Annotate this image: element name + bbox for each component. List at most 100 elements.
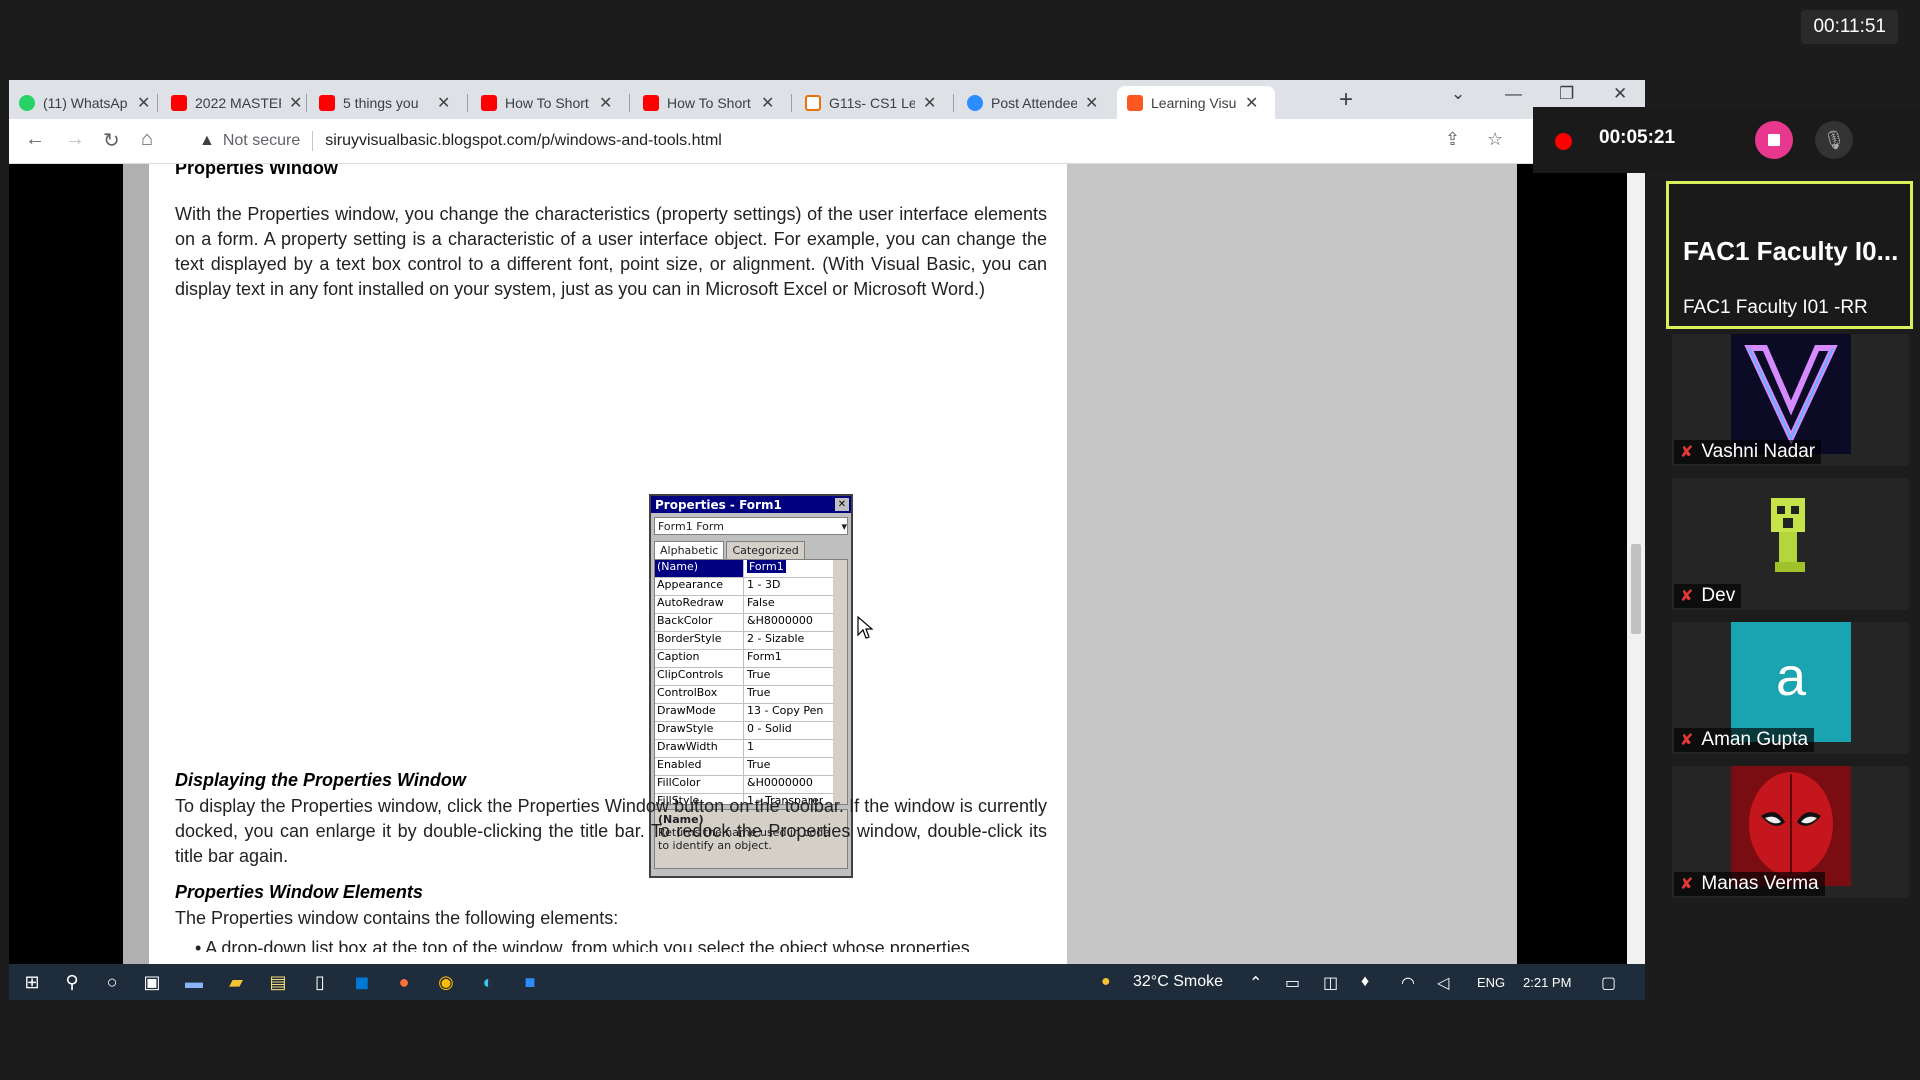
scroll-thumb[interactable] (1631, 544, 1641, 634)
property-row: FillColor &H0000000 (655, 776, 847, 794)
share-icon[interactable]: ⇪ (1445, 129, 1460, 150)
recording-time: 00:05:21 (1599, 127, 1676, 148)
close-tab-icon[interactable]: ✕ (1085, 93, 1098, 113)
meet-now-icon[interactable]: ◫ (1323, 973, 1338, 993)
tab-categorized: Categorized (726, 541, 805, 559)
language-indicator[interactable]: ENG (1477, 975, 1505, 990)
property-name: FillColor (655, 776, 744, 793)
close-tab-icon[interactable]: ✕ (137, 93, 150, 113)
tab-strip: (11) WhatsAp ✕ 2022 MASTER ✕ 5 things you ✕… (9, 80, 1645, 119)
property-value: True (747, 668, 771, 681)
tray-chevron-icon[interactable]: ⌃ (1249, 973, 1262, 993)
microphone-icon[interactable]: ♦ (1361, 973, 1369, 991)
property-name: ControlBox (655, 686, 744, 703)
property-value-selected: Form1 (747, 560, 786, 573)
edge-icon[interactable]: ◐ (477, 971, 499, 993)
weather-icon: ● (1101, 973, 1111, 990)
home-icon[interactable]: ⌂ (141, 128, 153, 151)
tab-zoom[interactable]: Post Attendee ✕ (957, 86, 1098, 119)
property-name: AutoRedraw (655, 596, 744, 613)
grid-scrollbar (833, 560, 847, 804)
close-tab-icon[interactable]: ✕ (761, 93, 774, 113)
zoom-app-icon[interactable]: ■ (519, 971, 541, 993)
tab-youtube-1[interactable]: 2022 MASTER ✕ (161, 86, 302, 119)
property-name: (Name) (655, 560, 744, 577)
close-tab-icon[interactable]: ✕ (289, 93, 302, 113)
property-row: ControlBox True (655, 686, 847, 704)
property-name: Enabled (655, 758, 744, 775)
close-tab-icon[interactable]: ✕ (599, 93, 612, 113)
cortana-icon[interactable]: ○ (101, 971, 123, 993)
chrome-icon[interactable]: ◉ (435, 971, 457, 993)
tab-youtube-3[interactable]: How To Short ✕ (471, 86, 612, 119)
close-tab-icon[interactable]: ✕ (437, 93, 450, 113)
app-icon[interactable]: ▬ (183, 971, 205, 993)
close-window-button[interactable]: ✕ (1613, 84, 1627, 104)
tab-whatsapp[interactable]: (11) WhatsAp ✕ (9, 86, 150, 119)
participant-name: FAC1 Faculty I01 -RR (1683, 297, 1868, 318)
back-arrow-icon[interactable]: ← (25, 128, 45, 151)
muted-mic-icon: ✘ (1680, 588, 1694, 605)
property-row: BorderStyle 2 - Sizable (655, 632, 847, 650)
heading-properties-window-elements: Properties Window Elements (175, 882, 423, 902)
volume-icon[interactable]: ◁ (1437, 973, 1449, 993)
battery-icon[interactable]: ▭ (1285, 973, 1300, 993)
property-row: AutoRedraw False (655, 596, 847, 614)
minimize-button[interactable]: — (1505, 84, 1522, 104)
participant-tile[interactable]: ✘ Manas Verma (1672, 766, 1909, 898)
participant-tile[interactable]: ✘ Vashni Nadar (1672, 334, 1909, 466)
youtube-icon (643, 94, 659, 111)
wifi-icon[interactable]: ◠ (1401, 973, 1415, 993)
bookmark-star-icon[interactable]: ☆ (1487, 129, 1503, 150)
reload-icon[interactable]: ↻ (103, 128, 120, 153)
property-name: Caption (655, 650, 744, 667)
property-row: Caption Form1 (655, 650, 847, 668)
heading-displaying-properties-window: Displaying the Properties Window (175, 770, 466, 790)
mic-muted-button[interactable]: 🎙 (1815, 121, 1853, 159)
restore-button[interactable]: ❐ (1559, 84, 1574, 104)
close-tab-icon[interactable]: ✕ (923, 93, 936, 113)
firefox-icon[interactable]: ● (393, 971, 415, 993)
tab-youtube-2[interactable]: 5 things you ✕ (309, 86, 450, 119)
notes-icon[interactable]: ▤ (267, 971, 289, 993)
participant-tile[interactable]: ✘ Dev (1672, 478, 1909, 610)
stop-recording-button[interactable] (1755, 121, 1793, 159)
weather-text[interactable]: 32°C Smoke (1133, 973, 1223, 991)
shared-screen: (11) WhatsAp ✕ 2022 MASTER ✕ 5 things you ✕… (9, 80, 1645, 1000)
document-icon[interactable]: ▯ (309, 971, 331, 993)
task-view-icon[interactable]: ▣ (141, 971, 163, 993)
outlook-icon[interactable]: ◼ (351, 971, 373, 993)
close-icon: ✕ (835, 498, 849, 511)
webpage: Properties Window With the Properties wi… (9, 164, 1631, 1000)
blogger-icon (1127, 94, 1143, 111)
page-scrollbar[interactable] (1627, 164, 1645, 964)
tab-learning-visual-basic[interactable]: Learning Visu ✕ (1117, 86, 1275, 119)
zoom-icon (967, 94, 983, 111)
clock[interactable]: 2:21 PM (1523, 975, 1571, 990)
address-bar[interactable]: ▲ Not secure siruyvisualbasic.blogspot.c… (187, 125, 1477, 157)
avatar (1731, 766, 1851, 886)
property-value: 1 (747, 740, 754, 753)
new-tab-button[interactable]: + (1339, 86, 1353, 114)
warning-icon: ▲ (199, 132, 215, 149)
property-value: Form1 (744, 560, 823, 577)
whatsapp-icon (19, 94, 35, 111)
property-row: Appearance 1 - 3D (655, 578, 847, 596)
participant-tile[interactable]: a ✘ Aman Gupta (1672, 622, 1909, 754)
search-icon[interactable]: ⚲ (61, 971, 83, 993)
file-explorer-icon[interactable]: ▰ (225, 971, 247, 993)
property-row: Enabled True (655, 758, 847, 776)
participant-tile-active[interactable]: FAC1 Faculty I0... FAC1 Faculty I01 -RR (1666, 181, 1913, 329)
windows-start-icon[interactable]: ⊞ (21, 971, 43, 993)
youtube-icon (481, 94, 497, 111)
tab-youtube-4[interactable]: How To Short ✕ (633, 86, 774, 119)
tab-document[interactable]: G11s- CS1 Le ✕ (795, 86, 936, 119)
muted-mic-icon: ✘ (1680, 444, 1694, 461)
tab-search-chevron-icon[interactable]: ⌄ (1451, 84, 1465, 104)
close-tab-icon[interactable]: ✕ (1245, 93, 1258, 113)
forward-arrow-icon[interactable]: → (65, 128, 85, 151)
security-label: Not secure (222, 132, 301, 149)
notifications-icon[interactable]: ▢ (1601, 973, 1616, 993)
property-name: DrawStyle (655, 722, 744, 739)
object-dropdown: Form1 Form ▾ (654, 517, 848, 535)
